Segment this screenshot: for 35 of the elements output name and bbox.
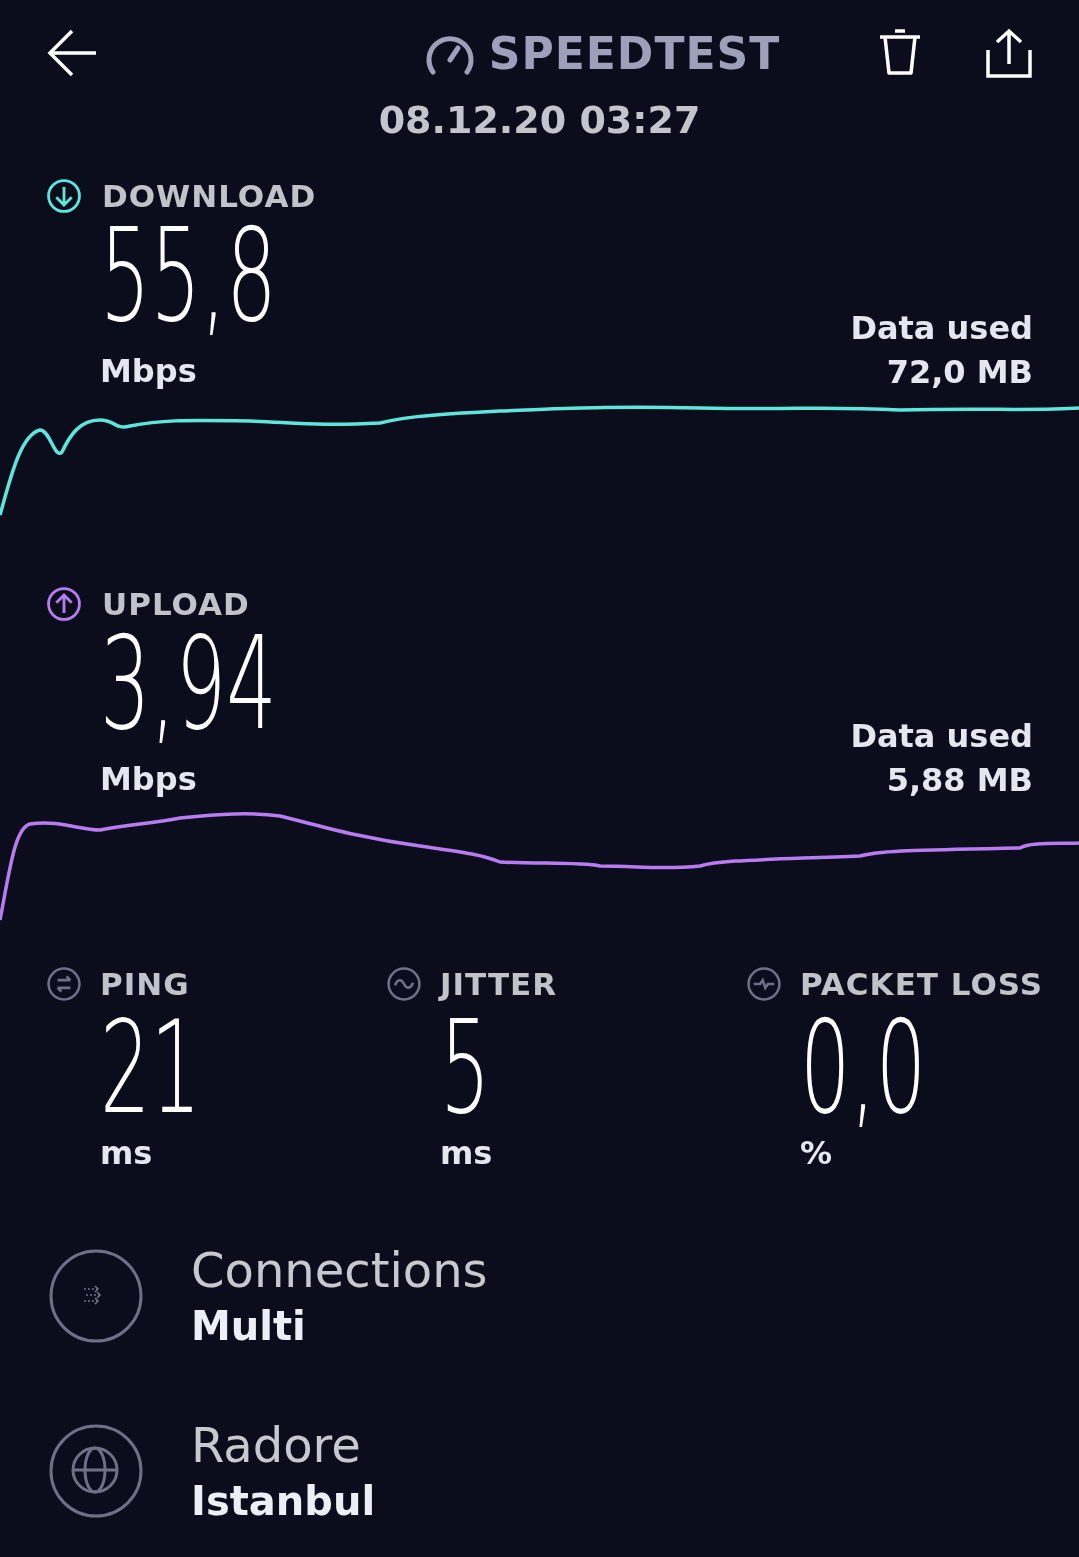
back-icon[interactable]	[46, 28, 98, 78]
section-label: DOWNLOAD	[102, 178, 317, 214]
info-value: Istanbul	[191, 1476, 376, 1526]
upload-icon	[46, 586, 82, 622]
globe-icon	[49, 1423, 143, 1518]
speed-value: 55,8	[100, 212, 277, 344]
metric-label: PING	[100, 966, 190, 1002]
info-title: Radore	[191, 1415, 361, 1475]
metric-value: 5	[440, 1004, 491, 1134]
metric-value: 21	[100, 1004, 201, 1134]
metric-value: 0,0	[800, 1004, 927, 1134]
data-used-label: Data used	[850, 308, 1033, 349]
arrows-icon	[49, 1248, 143, 1343]
data-used-label: Data used	[850, 716, 1033, 757]
app-title: SPEEDTEST	[488, 27, 781, 79]
data-used-value: 72,0 MB	[886, 352, 1033, 393]
metric-unit: ms	[100, 1134, 153, 1172]
test-date: 08.12.20 03:27	[378, 98, 701, 142]
metric-label: JITTER	[440, 966, 558, 1002]
info-value: Multi	[191, 1301, 306, 1351]
speed-unit: Mbps	[100, 352, 197, 390]
data-used-value: 5,88 MB	[886, 760, 1033, 801]
packet-loss-icon	[746, 966, 782, 1002]
section-label: UPLOAD	[102, 586, 250, 622]
trash-icon[interactable]	[877, 28, 923, 76]
speed-value: 3,94	[100, 620, 277, 752]
jitter-icon	[386, 966, 422, 1002]
download-icon	[46, 178, 82, 214]
info-title: Connections	[191, 1240, 488, 1300]
speed-unit: Mbps	[100, 760, 197, 798]
metric-unit: %	[800, 1134, 833, 1172]
share-icon[interactable]	[985, 28, 1033, 78]
metric-label: PACKET LOSS	[800, 966, 1043, 1002]
ping-icon	[46, 966, 82, 1002]
metric-unit: ms	[440, 1134, 493, 1172]
